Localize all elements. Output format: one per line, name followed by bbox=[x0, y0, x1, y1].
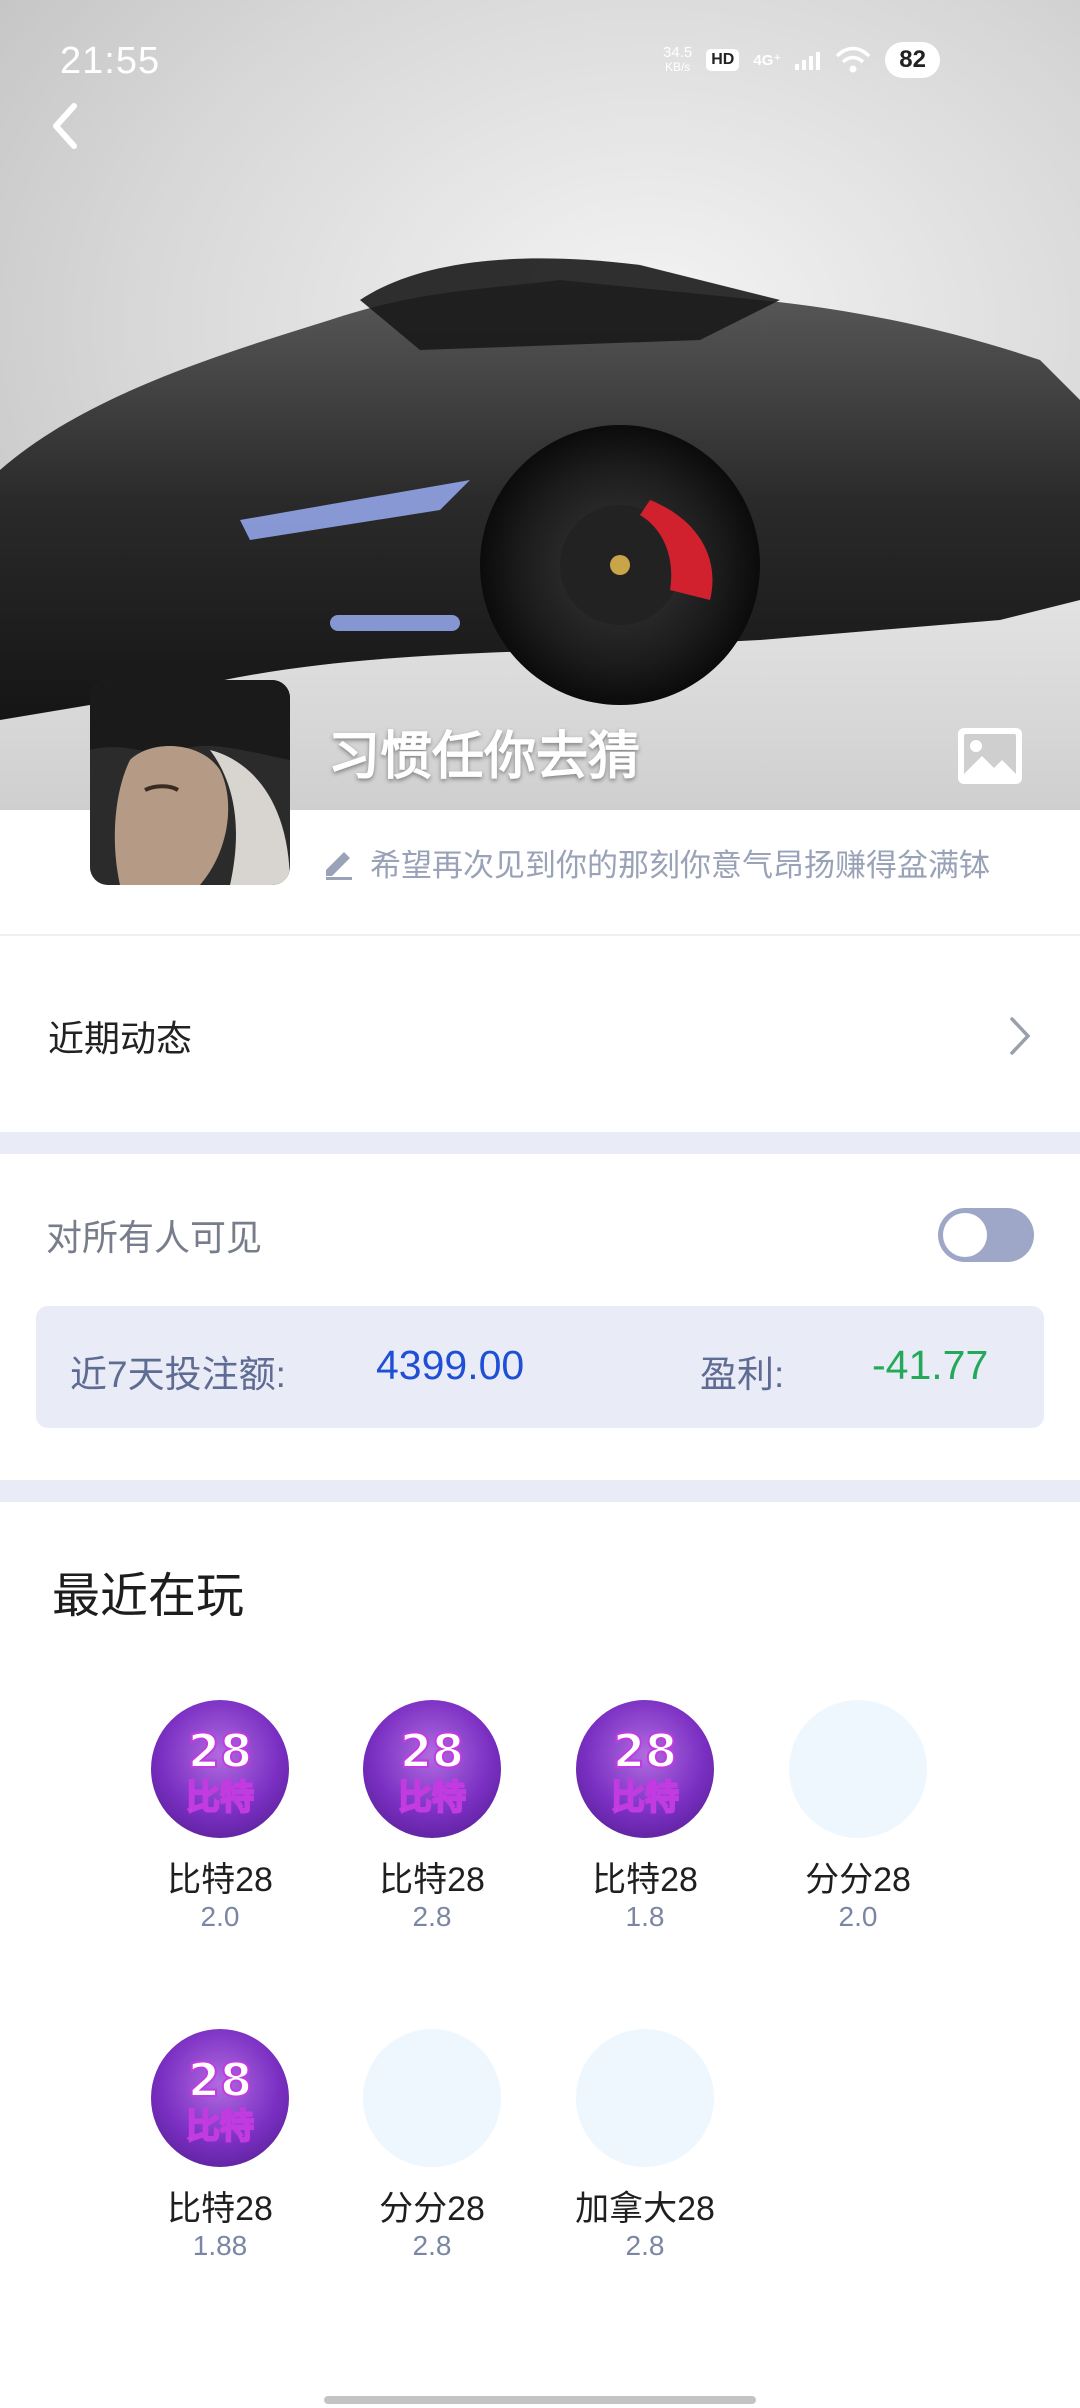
recent-activity-row[interactable]: 近期动态 bbox=[0, 938, 1080, 1134]
svg-text:28: 28 bbox=[188, 2053, 252, 2107]
game-item[interactable]: 加拿大28 2.8 bbox=[555, 2029, 735, 2263]
profit-label: 盈利: bbox=[700, 1354, 785, 1395]
betting-stats-card: 近7天投注额: 4399.00 盈利: -41.77 bbox=[36, 1306, 1044, 1428]
bet-amount-value: 4399.00 bbox=[376, 1342, 525, 1388]
status-icons: 34.5 KB/s HD 4G⁺ 82 bbox=[663, 42, 940, 78]
game-item[interactable]: 28 比特 比特28 1.8 bbox=[555, 1700, 735, 1934]
avatar[interactable] bbox=[90, 680, 290, 885]
visibility-toggle[interactable] bbox=[938, 1208, 1034, 1262]
network-speed: 34.5 KB/s bbox=[663, 45, 692, 75]
svg-text:28: 28 bbox=[613, 1724, 677, 1778]
game-name: 比特28 bbox=[592, 1861, 698, 1899]
svg-text:比特: 比特 bbox=[398, 1778, 466, 1818]
avatar-image bbox=[90, 680, 290, 885]
signature-row[interactable]: 希望再次见到你的那刻你意气昂扬赚得盆满钵 bbox=[322, 840, 990, 885]
section-separator bbox=[0, 1132, 1080, 1154]
chevron-left-icon bbox=[53, 103, 77, 149]
svg-text:28: 28 bbox=[188, 1724, 252, 1778]
game-item[interactable]: 28 比特 比特28 1.88 bbox=[130, 2029, 310, 2263]
game-icon-bit28: 28 比特 bbox=[151, 1700, 289, 1838]
game-name: 分分28 bbox=[805, 1861, 911, 1899]
game-odds: 2.8 bbox=[625, 2230, 665, 2261]
wifi-icon bbox=[836, 46, 871, 73]
change-cover-button[interactable] bbox=[956, 726, 1024, 786]
back-button[interactable] bbox=[40, 96, 90, 156]
svg-text:28: 28 bbox=[400, 1724, 464, 1778]
toggle-knob bbox=[943, 1213, 987, 1257]
visibility-row: 对所有人可见 bbox=[0, 1180, 1080, 1290]
divider bbox=[0, 934, 1080, 936]
network-speed-value: 34.5 bbox=[663, 44, 693, 61]
game-name: 分分28 bbox=[379, 2190, 485, 2228]
game-odds: 1.8 bbox=[625, 1901, 665, 1932]
status-bar: 21:55 34.5 KB/s HD 4G⁺ 82 bbox=[0, 0, 1080, 130]
pencil-icon bbox=[326, 851, 352, 880]
game-icon-bit28: 28 比特 bbox=[576, 1700, 714, 1838]
chevron-right-icon bbox=[1010, 1017, 1031, 1055]
game-item[interactable]: 28 比特 比特28 2.0 bbox=[130, 1700, 310, 1934]
network-speed-unit: KB/s bbox=[664, 60, 691, 74]
bit28-logo-icon: 28 比特 bbox=[185, 2052, 255, 2148]
game-odds: 1.88 bbox=[192, 2230, 248, 2261]
game-icon-bit28: 28 比特 bbox=[151, 2029, 289, 2167]
profit-value: -41.77 bbox=[872, 1342, 989, 1388]
home-indicator[interactable] bbox=[324, 2396, 756, 2404]
game-name: 比特28 bbox=[167, 2190, 273, 2228]
game-odds: 2.0 bbox=[838, 1901, 878, 1932]
svg-text:比特: 比特 bbox=[186, 1778, 254, 1818]
visibility-label: 对所有人可见 bbox=[46, 1217, 263, 1258]
profile-nickname: 习惯任你去猜 bbox=[328, 728, 641, 786]
game-name: 比特28 bbox=[167, 1861, 273, 1899]
game-odds: 2.0 bbox=[200, 1901, 240, 1932]
network-type: 4G⁺ bbox=[753, 52, 782, 69]
recently-played-title: 最近在玩 bbox=[52, 1570, 245, 1623]
game-odds: 2.8 bbox=[412, 2230, 452, 2261]
game-icon-placeholder bbox=[363, 2029, 501, 2167]
game-icon-bit28: 28 比特 bbox=[363, 1700, 501, 1838]
image-icon bbox=[958, 728, 1022, 784]
bit28-logo-icon: 28 比特 bbox=[185, 1723, 255, 1819]
svg-text:比特: 比特 bbox=[186, 2107, 254, 2147]
status-time: 21:55 bbox=[60, 40, 161, 82]
game-icon-placeholder bbox=[576, 2029, 714, 2167]
signature-text: 希望再次见到你的那刻你意气昂扬赚得盆满钵 bbox=[370, 848, 990, 883]
game-icon-placeholder bbox=[789, 1700, 927, 1838]
signal-bars-icon bbox=[795, 52, 821, 70]
game-item[interactable]: 分分28 2.0 bbox=[768, 1700, 948, 1934]
section-separator bbox=[0, 1480, 1080, 1502]
battery-level: 82 bbox=[885, 42, 940, 78]
bet-amount-label: 近7天投注额: bbox=[70, 1354, 286, 1395]
game-name: 加拿大28 bbox=[575, 2190, 715, 2228]
bit28-logo-icon: 28 比特 bbox=[397, 1723, 467, 1819]
game-name: 比特28 bbox=[379, 1861, 485, 1899]
game-item[interactable]: 28 比特 比特28 2.8 bbox=[342, 1700, 522, 1934]
hd-badge: HD bbox=[706, 49, 740, 71]
game-item[interactable]: 分分28 2.8 bbox=[342, 2029, 522, 2263]
bit28-logo-icon: 28 比特 bbox=[610, 1723, 680, 1819]
svg-text:比特: 比特 bbox=[611, 1778, 679, 1818]
recent-activity-label: 近期动态 bbox=[48, 1018, 193, 1059]
game-odds: 2.8 bbox=[412, 1901, 452, 1932]
